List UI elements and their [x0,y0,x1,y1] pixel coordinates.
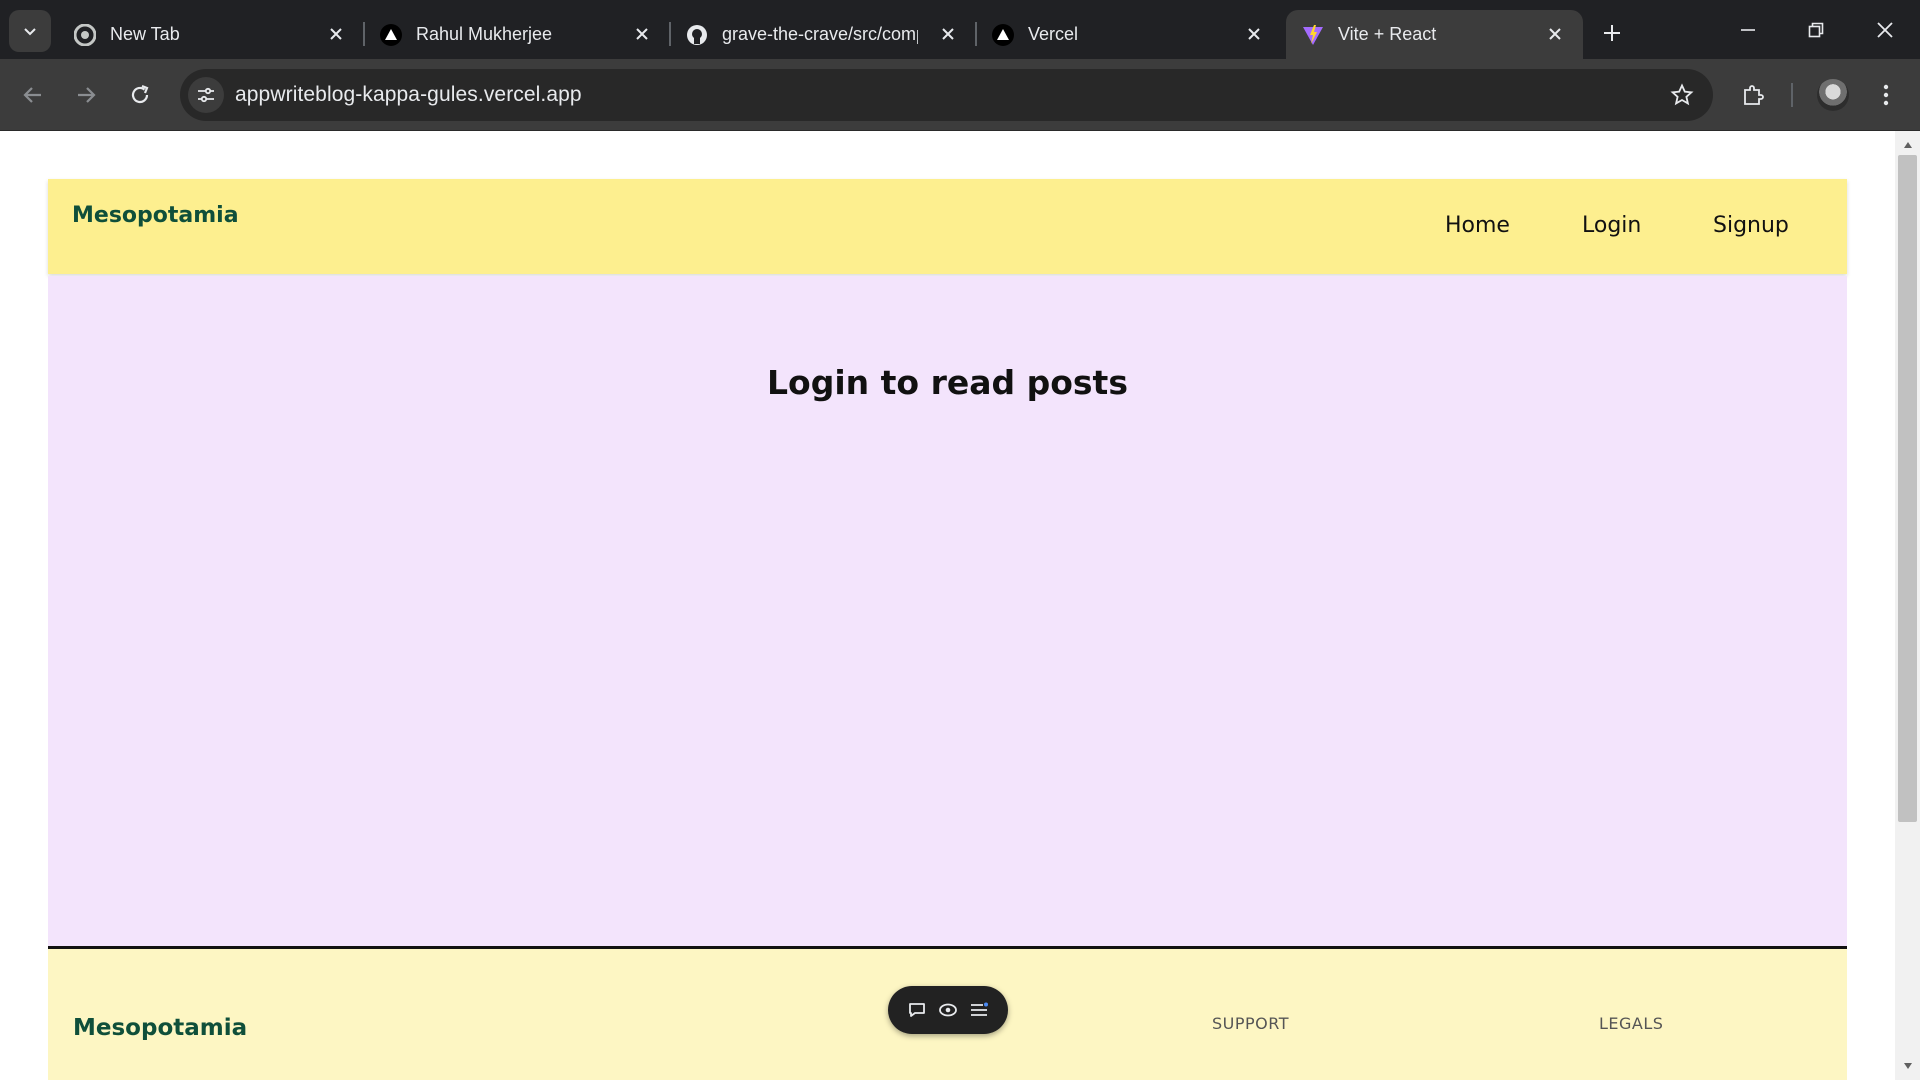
tab-title: grave-the-crave/src/comp [722,24,918,44]
tab-vite-react[interactable]: Vite + React [1286,10,1583,59]
footer-logo[interactable]: Mesopotamia [73,1015,247,1041]
eye-icon[interactable] [936,998,960,1022]
tab-github[interactable]: grave-the-crave/src/comp [670,10,977,59]
browser-toolbar: appwriteblog-kappa-gules.vercel.app [0,59,1920,131]
tab-vercel[interactable]: Vercel [976,10,1282,59]
more-vertical-icon [1883,84,1889,106]
footer-legals-heading: LEGALS [1599,1014,1664,1033]
avatar[interactable] [1817,79,1849,111]
page-viewport: Mesopotamia Home Login Signup Login to r… [0,131,1895,1080]
tab-search-button[interactable] [9,10,51,52]
star-icon [1670,83,1694,106]
arrow-left-icon [23,87,41,103]
vercel-triangle-icon [992,23,1014,46]
tab-title: Vite + React [1338,24,1437,44]
tab-rahul-mukherjee[interactable]: Rahul Mukherjee [364,10,671,59]
page-title: Login to read posts [767,363,1128,402]
forward-button[interactable] [67,76,105,114]
comment-icon[interactable] [905,998,929,1022]
close-icon[interactable] [936,22,960,46]
tab-new-tab[interactable]: New Tab [58,10,365,59]
close-icon[interactable] [1543,22,1567,46]
close-icon[interactable] [630,22,654,46]
nav-login[interactable]: Login [1582,213,1641,238]
restore-icon [1808,22,1824,38]
page-scrollbar[interactable] [1895,131,1920,1080]
scroll-thumb[interactable] [1898,155,1917,822]
scroll-up-arrow-icon[interactable] [1895,135,1920,155]
tab-strip: New Tab Rahul Mukherjee grave-the-crave/… [0,0,1920,59]
site-info-button[interactable] [188,77,224,113]
vercel-triangle-icon [380,23,402,46]
nav-signup[interactable]: Signup [1713,213,1789,238]
toolbar-divider [1791,83,1793,107]
puzzle-icon [1744,85,1764,105]
tab-title: New Tab [110,24,180,44]
url-text[interactable]: appwriteblog-kappa-gules.vercel.app [235,83,582,107]
site-logo[interactable]: Mesopotamia [72,203,239,228]
menu-button[interactable] [1867,76,1905,114]
extensions-button[interactable] [1734,76,1772,114]
close-icon [1877,22,1893,38]
minimize-icon [1741,29,1755,31]
vite-icon [1302,24,1324,46]
close-icon[interactable] [324,22,348,46]
floating-toolbar [888,986,1008,1034]
tab-title: Vercel [1028,24,1079,44]
minimize-button[interactable] [1726,10,1770,50]
tune-icon [198,87,214,103]
back-button[interactable] [14,76,52,114]
close-window-button[interactable] [1863,10,1907,50]
close-icon[interactable] [1242,22,1266,46]
chevron-down-icon [24,28,36,36]
chrome-icon [74,23,96,46]
new-tab-button[interactable] [1595,16,1629,50]
restore-button[interactable] [1794,10,1838,50]
reload-button[interactable] [121,76,159,114]
menu-list-icon[interactable] [967,998,991,1022]
plus-icon [1604,25,1620,41]
reload-icon [131,84,149,104]
footer-support-heading: SUPPORT [1212,1014,1289,1033]
site-header: Mesopotamia Home Login Signup [48,179,1847,274]
scroll-down-arrow-icon[interactable] [1895,1056,1920,1076]
address-bar[interactable]: appwriteblog-kappa-gules.vercel.app [180,69,1713,121]
bookmark-button[interactable] [1669,82,1695,108]
tab-title: Rahul Mukherjee [416,24,553,44]
arrow-right-icon [78,87,96,103]
nav-home[interactable]: Home [1445,213,1510,238]
main-content: Login to read posts [48,276,1847,946]
github-icon [686,24,708,46]
